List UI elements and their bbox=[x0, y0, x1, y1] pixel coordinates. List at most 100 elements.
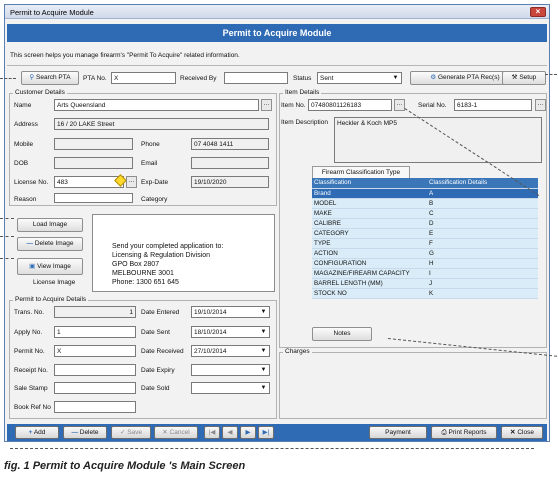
date-expiry-label: Date Expiry bbox=[141, 367, 175, 374]
notes-button[interactable]: Notes bbox=[312, 327, 372, 341]
date-entered-select[interactable]: 19/10/2014 ▼ bbox=[191, 306, 270, 318]
license-image: Send your completed application to: Lice… bbox=[92, 214, 275, 292]
email-field[interactable] bbox=[191, 157, 269, 169]
grid-header: Classification bbox=[312, 178, 427, 189]
name-input[interactable]: Arts Queensland bbox=[54, 99, 259, 111]
save-button[interactable]: ✓ Save bbox=[111, 426, 151, 439]
cancel-button[interactable]: ✕ Cancel bbox=[154, 426, 198, 439]
serial-no-label: Serial No. bbox=[418, 102, 447, 109]
grid-cell: CONFIGURATION bbox=[312, 258, 427, 269]
status-select[interactable]: Sent ▼ bbox=[317, 72, 402, 84]
last-record-button[interactable]: ▶| bbox=[258, 426, 274, 439]
book-ref-input[interactable] bbox=[54, 401, 136, 413]
chevron-down-icon: ▼ bbox=[260, 385, 267, 391]
grid-cell: H bbox=[427, 258, 538, 269]
callout-line bbox=[0, 236, 14, 237]
image-text-line: Phone: 1300 651 645 bbox=[112, 279, 179, 286]
item-no-input[interactable]: 07480801126183 bbox=[308, 99, 392, 111]
license-input[interactable]: 483 bbox=[54, 176, 124, 188]
next-record-button[interactable]: ▶ bbox=[240, 426, 256, 439]
date-expiry-select[interactable]: ▼ bbox=[191, 364, 270, 376]
reason-label: Reason bbox=[14, 196, 37, 203]
tab-firearm-classification[interactable]: Firearm Classification Type bbox=[312, 166, 410, 178]
previous-record-button[interactable]: ◀ bbox=[222, 426, 238, 439]
close-button[interactable]: ✕ Close bbox=[501, 426, 543, 439]
table-row[interactable]: CALIBRE D bbox=[312, 218, 538, 229]
image-text-line: MELBOURNE 3001 bbox=[112, 270, 174, 277]
table-row[interactable]: STOCK NO K bbox=[312, 288, 538, 299]
table-row[interactable]: MAGAZINE/FIREARM CAPACITY I bbox=[312, 268, 538, 279]
callout-line bbox=[10, 448, 534, 449]
pta-details-title: Permit to Acquire Details bbox=[13, 296, 89, 303]
first-record-button[interactable]: |◀ bbox=[204, 426, 220, 439]
permit-no-input[interactable]: X bbox=[54, 345, 136, 357]
delete-image-button[interactable]: — Delete Image bbox=[17, 237, 83, 251]
category-label: Category bbox=[141, 196, 168, 203]
serial-lookup-button[interactable]: … bbox=[535, 99, 546, 111]
sale-stamp-input[interactable] bbox=[54, 382, 136, 394]
receipt-no-input[interactable] bbox=[54, 364, 136, 376]
serial-no-input[interactable]: 6183-1 bbox=[454, 99, 532, 111]
table-row[interactable]: Brand A bbox=[312, 188, 538, 199]
payment-button[interactable]: Payment bbox=[369, 426, 427, 439]
setup-button[interactable]: ⚒ Setup bbox=[502, 71, 546, 85]
close-window-button[interactable]: × bbox=[530, 7, 546, 17]
trans-no-field[interactable]: 1 bbox=[54, 306, 136, 318]
date-received-select[interactable]: 27/10/2014 ▼ bbox=[191, 345, 270, 357]
minus-icon: — bbox=[26, 240, 34, 247]
table-row[interactable]: CATEGORY E bbox=[312, 228, 538, 239]
dob-field[interactable] bbox=[54, 157, 133, 169]
chevron-down-icon: ▼ bbox=[260, 329, 267, 335]
exp-date-field[interactable]: 19/10/2020 bbox=[191, 176, 269, 188]
grid-cell: MAGAZINE/FIREARM CAPACITY bbox=[312, 268, 427, 279]
load-image-button[interactable]: Load Image bbox=[17, 218, 83, 232]
mobile-field[interactable] bbox=[54, 138, 133, 150]
apply-no-input[interactable]: 1 bbox=[54, 326, 136, 338]
grid-cell: K bbox=[427, 288, 538, 299]
received-by-input[interactable] bbox=[224, 72, 288, 84]
printer-icon: ⎙ bbox=[441, 429, 447, 436]
license-label: License No. bbox=[14, 179, 49, 186]
search-pta-button[interactable]: ⚲ Search PTA bbox=[21, 71, 79, 85]
phone-field[interactable]: 07 4048 1411 bbox=[191, 138, 269, 150]
license-lookup-button[interactable]: … bbox=[126, 176, 137, 188]
pta-no-input[interactable]: X bbox=[111, 72, 176, 84]
date-sold-select[interactable]: ▼ bbox=[191, 382, 270, 394]
table-row[interactable]: TYPE F bbox=[312, 238, 538, 249]
date-sent-select[interactable]: 18/10/2014 ▼ bbox=[191, 326, 270, 338]
address-label: Address bbox=[14, 121, 38, 128]
received-by-label: Received By bbox=[180, 75, 217, 82]
grid-cell: CATEGORY bbox=[312, 228, 427, 239]
date-received-label: Date Received bbox=[141, 348, 184, 355]
image-text-line: GPO Box 2807 bbox=[112, 261, 160, 268]
view-image-button[interactable]: ▣ View Image bbox=[17, 258, 83, 275]
item-description-label: Item Description bbox=[281, 119, 328, 126]
name-lookup-button[interactable]: … bbox=[261, 99, 272, 111]
table-row[interactable]: BARREL LENGTH (MM) J bbox=[312, 278, 538, 289]
name-label: Name bbox=[14, 102, 32, 109]
delete-button[interactable]: — Delete bbox=[63, 426, 107, 439]
previous-icon: ◀ bbox=[227, 429, 233, 436]
item-lookup-button[interactable]: … bbox=[394, 99, 405, 111]
grid-cell: MAKE bbox=[312, 208, 427, 219]
pta-no-label: PTA No. bbox=[83, 75, 107, 82]
callout-line bbox=[0, 78, 16, 79]
reason-field[interactable] bbox=[54, 193, 133, 203]
check-icon: ✓ bbox=[119, 429, 126, 436]
grid-cell: B bbox=[427, 198, 538, 209]
address-field[interactable]: 16 / 20 LAKE Street bbox=[54, 118, 269, 130]
receipt-no-label: Receipt No. bbox=[14, 367, 48, 374]
table-row[interactable]: MAKE C bbox=[312, 208, 538, 219]
image-text-line: Send your completed application to: bbox=[112, 243, 224, 250]
grid-cell: E bbox=[427, 228, 538, 239]
table-row[interactable]: MODEL B bbox=[312, 198, 538, 209]
table-row[interactable]: CONFIGURATION H bbox=[312, 258, 538, 269]
item-description-field[interactable]: Heckler & Koch MP5 bbox=[334, 117, 542, 163]
chevron-down-icon: ▼ bbox=[260, 367, 267, 373]
add-button[interactable]: + Add bbox=[15, 426, 59, 439]
table-row[interactable]: ACTION G bbox=[312, 248, 538, 259]
print-reports-button[interactable]: ⎙ Print Reports bbox=[431, 426, 497, 439]
item-no-label: Item No. bbox=[281, 102, 306, 109]
apply-no-label: Apply No. bbox=[14, 329, 43, 336]
first-icon: |◀ bbox=[208, 429, 216, 436]
